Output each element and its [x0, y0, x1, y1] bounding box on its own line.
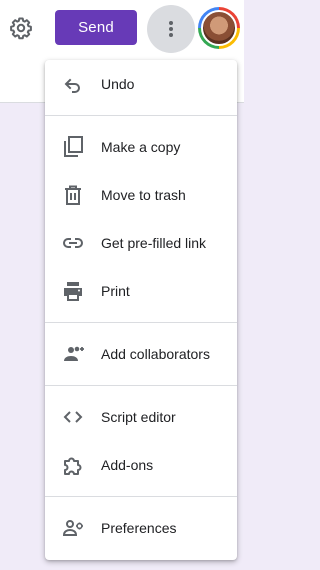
preferences-icon: [61, 516, 85, 540]
menu-item-label: Get pre-filled link: [101, 235, 207, 251]
more-options-button[interactable]: [147, 5, 195, 53]
menu-item-make-a-copy[interactable]: Make a copy: [45, 123, 237, 171]
add-collaborators-icon: [61, 342, 85, 366]
send-button[interactable]: Send: [55, 10, 137, 45]
trash-icon: [61, 183, 85, 207]
menu-item-label: Add collaborators: [101, 346, 210, 362]
menu-divider: [45, 115, 237, 116]
account-avatar[interactable]: [198, 7, 240, 49]
settings-gear-icon[interactable]: [8, 15, 34, 41]
menu-divider: [45, 322, 237, 323]
menu-item-undo[interactable]: Undo: [45, 60, 237, 108]
copy-icon: [61, 135, 85, 159]
menu-item-script-editor[interactable]: Script editor: [45, 393, 237, 441]
more-options-menu: Undo Make a copy Move to trash Get pre-f…: [45, 60, 237, 560]
menu-item-add-ons[interactable]: Add-ons: [45, 441, 237, 489]
link-icon: [61, 231, 85, 255]
menu-divider: [45, 385, 237, 386]
avatar-photo: [201, 10, 237, 46]
menu-item-label: Undo: [101, 76, 135, 92]
menu-item-add-collaborators[interactable]: Add collaborators: [45, 330, 237, 378]
menu-item-label: Move to trash: [101, 187, 186, 203]
menu-item-label: Script editor: [101, 409, 176, 425]
menu-divider: [45, 496, 237, 497]
menu-item-print[interactable]: Print: [45, 267, 237, 315]
menu-item-get-pre-filled-link[interactable]: Get pre-filled link: [45, 219, 237, 267]
menu-item-label: Add-ons: [101, 457, 154, 473]
more-vert-icon: [169, 21, 173, 37]
code-icon: [61, 405, 85, 429]
menu-item-preferences[interactable]: Preferences: [45, 504, 237, 552]
print-icon: [61, 279, 85, 303]
menu-item-move-to-trash[interactable]: Move to trash: [45, 171, 237, 219]
menu-item-label: Print: [101, 283, 130, 299]
undo-icon: [61, 72, 85, 96]
puzzle-icon: [61, 453, 85, 477]
menu-item-label: Preferences: [101, 520, 177, 536]
menu-item-label: Make a copy: [101, 139, 181, 155]
